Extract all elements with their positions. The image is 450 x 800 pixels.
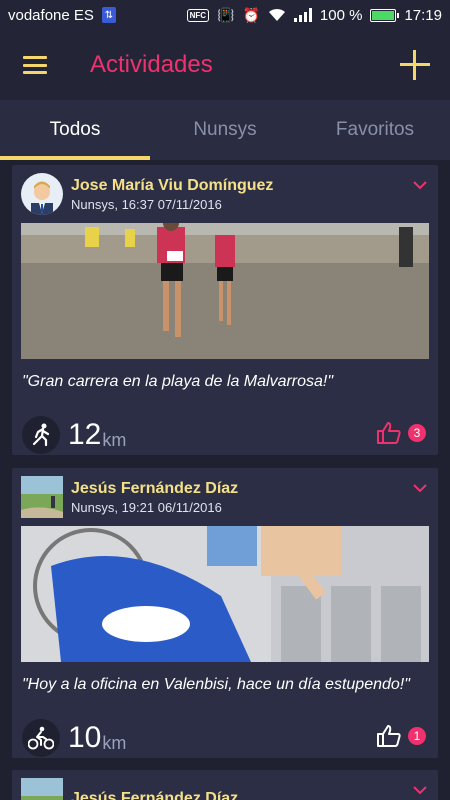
chevron-down-icon[interactable] (412, 782, 428, 798)
alarm-icon: ⏰ (242, 6, 260, 23)
post-photo[interactable] (21, 526, 429, 662)
cycling-icon (22, 719, 60, 757)
avatar[interactable] (21, 778, 63, 800)
activity-card: Jesús Fernández Díaz (12, 770, 438, 800)
post-stats: 12 km 3 (12, 407, 438, 463)
page-title: Actividades (90, 51, 213, 78)
menu-icon[interactable] (23, 56, 47, 74)
activity-card: Jose María Viu Domínguez Nunsys, 16:37 0… (12, 165, 438, 455)
status-bar: vodafone ES ⇅ NFC 📳 ⏰ 100 % 17:19 (0, 0, 450, 30)
post-stats: 10 km 1 (12, 710, 438, 766)
like-count-badge: 1 (408, 727, 426, 745)
avatar[interactable] (21, 476, 63, 518)
tab-nunsys[interactable]: Nunsys (150, 100, 300, 160)
carrier-name: vodafone ES (8, 6, 94, 24)
signal-icon (293, 8, 312, 22)
distance-unit: km (102, 733, 127, 753)
battery-fill (372, 10, 395, 20)
tab-bar: Todos Nunsys Favoritos (0, 100, 450, 160)
like-button[interactable]: 1 (376, 724, 426, 748)
wifi-icon (268, 8, 286, 22)
clock: 17:19 (404, 6, 442, 24)
author-name[interactable]: Jesús Fernández Díaz (71, 480, 238, 498)
author-name[interactable]: Jesús Fernández Díaz (71, 790, 238, 800)
card-header: Jesús Fernández Díaz (12, 770, 438, 800)
avatar[interactable] (21, 173, 63, 215)
distance-unit: km (102, 430, 127, 450)
distance-value: 12 (68, 418, 102, 451)
post-meta: Nunsys, 16:37 07/11/2016 (71, 196, 222, 212)
add-activity-button[interactable] (400, 50, 430, 80)
like-count-badge: 3 (408, 424, 426, 442)
chevron-down-icon[interactable] (412, 480, 428, 496)
like-button[interactable]: 3 (376, 421, 426, 445)
card-header: Jose María Viu Domínguez Nunsys, 16:37 0… (12, 165, 438, 223)
activity-card: Jesús Fernández Díaz Nunsys, 19:21 06/11… (12, 468, 438, 758)
nfc-icon: NFC (186, 8, 210, 22)
post-caption: "Hoy a la oficina en Valenbisi, hace un … (22, 676, 410, 693)
tab-favoritos[interactable]: Favoritos (300, 100, 450, 160)
post-meta: Nunsys, 19:21 06/11/2016 (71, 499, 222, 515)
author-name[interactable]: Jose María Viu Domínguez (71, 177, 273, 195)
distance-value: 10 (68, 721, 102, 754)
thumbs-up-icon (377, 422, 401, 444)
card-header: Jesús Fernández Díaz Nunsys, 19:21 06/11… (12, 468, 438, 526)
battery-percent: 100 % (319, 6, 363, 24)
chevron-down-icon[interactable] (412, 177, 428, 193)
app-bar: Actividades (0, 30, 450, 100)
post-photo[interactable] (21, 223, 429, 359)
post-caption: "Gran carrera en la playa de la Malvarro… (22, 373, 334, 390)
sim-icon: ⇅ (101, 7, 116, 23)
activity-feed[interactable]: Jose María Viu Domínguez Nunsys, 16:37 0… (0, 160, 450, 800)
battery-icon (370, 8, 400, 22)
running-icon (22, 416, 60, 454)
vibrate-icon: 📳 (217, 6, 235, 23)
thumbs-up-icon (377, 725, 401, 747)
tab-todos[interactable]: Todos (0, 100, 150, 160)
